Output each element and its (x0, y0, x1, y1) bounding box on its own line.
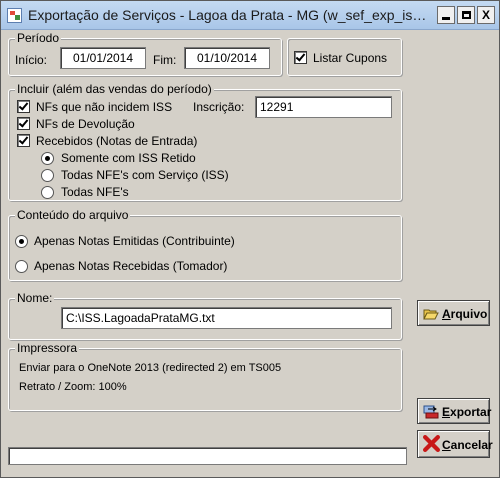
todas-nfe-servico-radio[interactable] (41, 169, 54, 182)
inscricao-field[interactable] (255, 96, 392, 118)
check-icon (18, 100, 29, 111)
todas-nfe-label[interactable]: Todas NFE's (61, 185, 129, 199)
notas-emitidas-radio[interactable] (15, 235, 28, 248)
red-x-icon (423, 435, 440, 452)
somente-iss-retido-label[interactable]: Somente com ISS Retido (61, 151, 196, 165)
inscricao-label: Inscrição: (193, 100, 245, 114)
impressora-line2: Retrato / Zoom: 100% (19, 381, 127, 393)
window-title: Exportação de Serviços - Lagoa da Prata … (28, 7, 433, 23)
incluir-group: Incluir (além das vendas do período) NFs… (8, 82, 402, 201)
check-icon (18, 134, 29, 145)
nfs-devolucao-label[interactable]: NFs de Devolução (36, 117, 135, 131)
minimize-icon (442, 17, 450, 20)
close-button[interactable]: X (477, 6, 495, 24)
title-bar[interactable]: Exportação de Serviços - Lagoa da Prata … (1, 1, 499, 30)
exportar-button[interactable]: Exportar (417, 398, 492, 424)
nome-group: Nome: (8, 291, 402, 340)
window-content: Período Início: Fim: Listar Cupons Inclu… (1, 30, 499, 477)
listar-cupons-label[interactable]: Listar Cupons (313, 51, 387, 65)
nfs-devolucao-checkbox[interactable] (17, 117, 30, 130)
conteudo-legend: Conteúdo do arquivo (15, 208, 131, 222)
listar-cupons-checkbox[interactable] (294, 51, 307, 64)
recebidos-label[interactable]: Recebidos (Notas de Entrada) (36, 134, 197, 148)
radio-dot-icon (45, 156, 50, 161)
exportar-button-label: Exportar (442, 405, 492, 419)
radio-dot-icon (19, 239, 24, 244)
conteudo-group: Conteúdo do arquivo Apenas Notas Emitida… (8, 208, 402, 281)
arquivo-button[interactable]: Arquivo (417, 300, 490, 326)
inicio-label: Início: (15, 53, 48, 67)
app-icon (7, 8, 22, 23)
nfs-iss-label[interactable]: NFs que não incidem ISS (36, 100, 172, 114)
todas-nfe-servico-label[interactable]: Todas NFE's com Serviço (ISS) (61, 168, 229, 182)
folder-open-icon (423, 309, 439, 320)
export-window: Exportação de Serviços - Lagoa da Prata … (0, 0, 500, 478)
cancelar-button[interactable]: Cancelar (417, 430, 493, 458)
listar-cupons-group: Listar Cupons (287, 38, 402, 76)
cancelar-button-label: Cancelar (442, 438, 493, 452)
fim-label: Fim: (153, 53, 177, 67)
nome-arquivo-field[interactable] (61, 307, 392, 329)
todas-nfe-radio[interactable] (41, 186, 54, 199)
nfs-iss-checkbox[interactable] (17, 100, 30, 113)
nome-legend: Nome: (15, 291, 55, 305)
export-icon (423, 405, 439, 419)
inicio-date-field[interactable] (60, 47, 146, 69)
recebidos-checkbox[interactable] (17, 134, 30, 147)
notas-emitidas-label[interactable]: Apenas Notas Emitidas (Contribuinte) (34, 234, 235, 248)
notas-recebidas-label[interactable]: Apenas Notas Recebidas (Tomador) (34, 259, 227, 273)
maximize-button[interactable] (457, 6, 475, 24)
periodo-group: Período Início: Fim: (8, 31, 282, 76)
arquivo-button-label: Arquivo (442, 307, 488, 321)
check-icon (295, 51, 306, 62)
fim-date-field[interactable] (184, 47, 270, 69)
status-bar (8, 447, 407, 465)
check-icon (18, 117, 29, 128)
periodo-legend: Período (15, 31, 62, 45)
incluir-legend: Incluir (além das vendas do período) (15, 82, 214, 96)
notas-recebidas-radio[interactable] (15, 260, 28, 273)
minimize-button[interactable] (437, 6, 455, 24)
somente-iss-retido-radio[interactable] (41, 152, 54, 165)
maximize-icon (462, 11, 471, 19)
impressora-line1: Enviar para o OneNote 2013 (redirected 2… (19, 362, 282, 374)
impressora-legend: Impressora (15, 341, 80, 355)
impressora-group: Impressora Enviar para o OneNote 2013 (r… (8, 341, 402, 411)
